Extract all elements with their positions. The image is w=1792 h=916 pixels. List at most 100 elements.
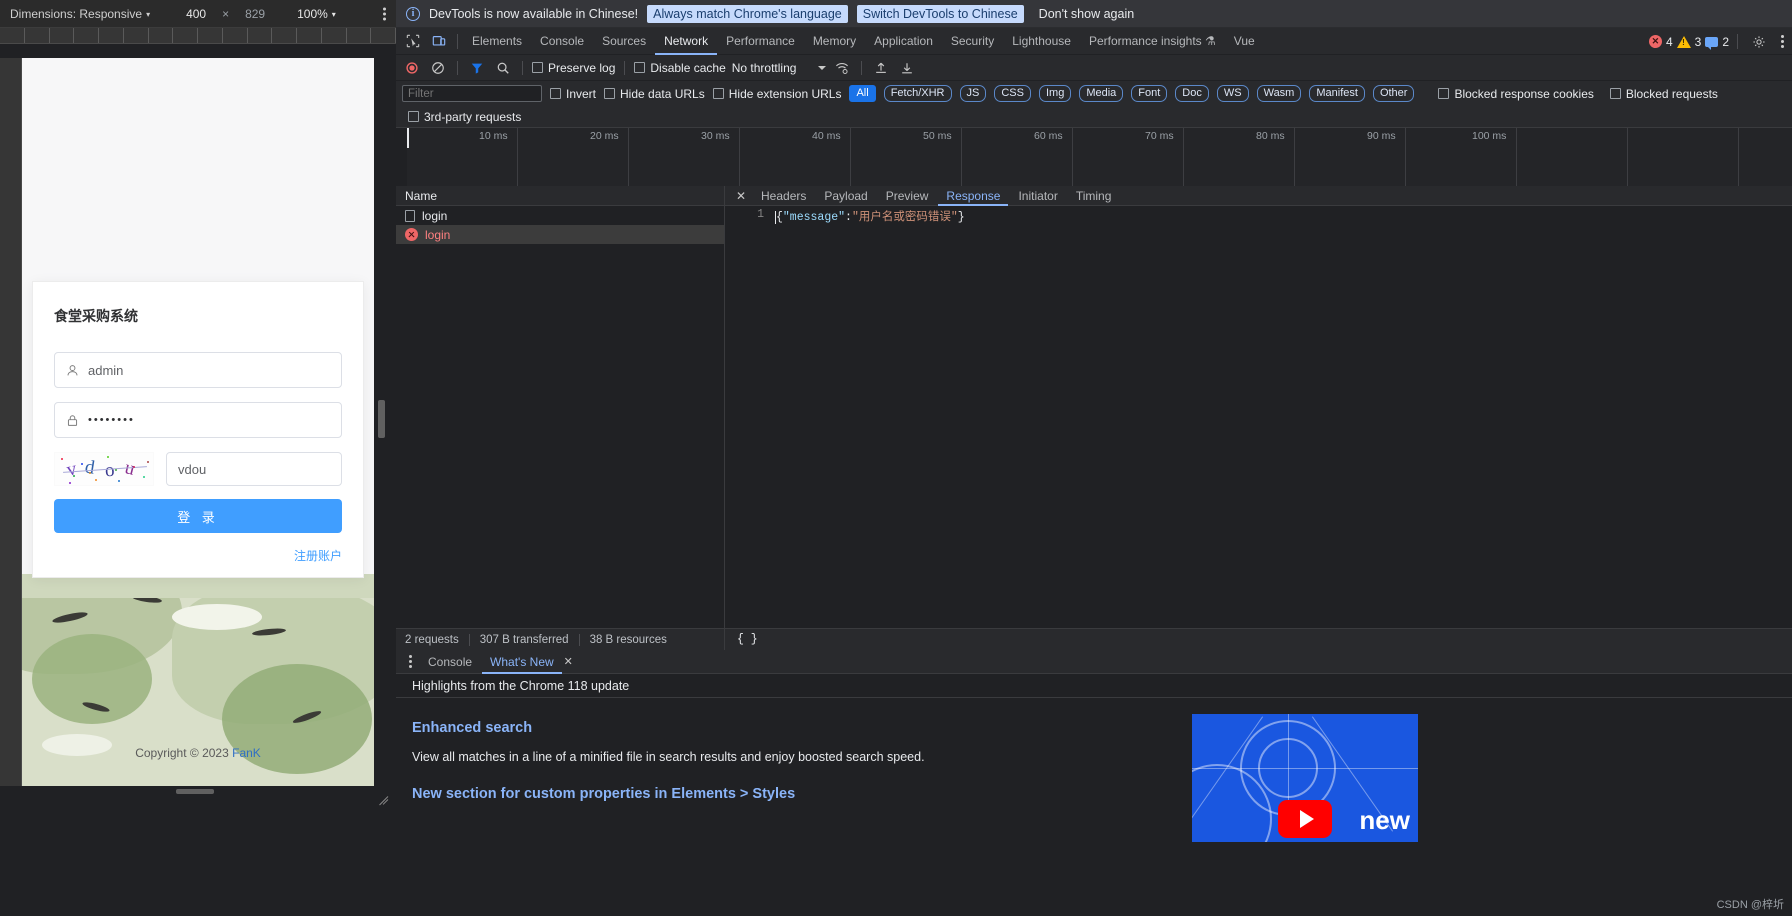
filter-chip-all[interactable]: All — [849, 85, 876, 102]
filter-chip-media[interactable]: Media — [1079, 85, 1124, 102]
filter-chip-css[interactable]: CSS — [994, 85, 1031, 102]
username-value: admin — [88, 362, 124, 378]
login-submit-button[interactable]: 登 录 — [54, 499, 342, 533]
json-colon: : — [845, 211, 852, 224]
detail-tab-initiator[interactable]: Initiator — [1010, 186, 1065, 206]
network-conditions-icon[interactable] — [832, 58, 852, 78]
network-filter-bar: Invert Hide data URLs Hide extension URL… — [396, 81, 1792, 106]
tab-console[interactable]: Console — [531, 28, 593, 55]
gear-icon[interactable] — [1746, 29, 1772, 55]
document-icon — [405, 209, 415, 222]
disable-cache-checkbox[interactable]: Disable cache — [634, 61, 726, 75]
blocked-response-cookies-checkbox[interactable]: Blocked response cookies — [1438, 86, 1594, 101]
youtube-play-icon[interactable] — [1278, 800, 1332, 838]
viewport-resize-handle-bottom[interactable] — [176, 789, 214, 794]
device-toolbar-more-icon[interactable] — [382, 7, 386, 20]
tab-security[interactable]: Security — [942, 28, 1003, 55]
throttling-dropdown[interactable]: No throttling — [732, 61, 827, 75]
tab-sources[interactable]: Sources — [593, 28, 655, 55]
filter-chip-ws[interactable]: WS — [1216, 85, 1249, 102]
inspect-element-icon[interactable] — [400, 28, 426, 54]
info-counter[interactable]: 2 — [1705, 35, 1729, 50]
notification-message: DevTools is now available in Chinese! — [429, 6, 639, 21]
detail-tab-payload[interactable]: Payload — [816, 186, 875, 206]
preserve-log-checkbox[interactable]: Preserve log — [532, 61, 615, 75]
captcha-input[interactable]: vdou — [166, 452, 342, 486]
request-list-header[interactable]: Name — [396, 186, 724, 206]
always-match-language-button[interactable]: Always match Chrome's language — [647, 4, 848, 23]
export-har-icon[interactable] — [897, 58, 917, 78]
filter-chip-img[interactable]: Img — [1038, 85, 1072, 102]
import-har-icon[interactable] — [871, 58, 891, 78]
tab-vue[interactable]: Vue — [1225, 28, 1264, 55]
tab-network[interactable]: Network — [655, 28, 717, 55]
lock-icon — [65, 414, 80, 427]
third-party-requests-checkbox[interactable]: 3rd-party requests — [408, 110, 521, 124]
captcha-image[interactable]: v d o u — [54, 452, 154, 486]
hide-extension-urls-checkbox[interactable]: Hide extension URLs — [712, 86, 842, 101]
whats-new-heading-1[interactable]: Enhanced search — [412, 720, 1776, 736]
filter-chip-font[interactable]: Font — [1131, 85, 1168, 102]
record-stop-icon[interactable] — [402, 58, 422, 78]
response-body[interactable]: 1 {"message":"用户名或密码错误"} — [725, 206, 1792, 628]
tab-performance[interactable]: Performance — [717, 28, 804, 55]
device-width-input[interactable]: 400 — [176, 7, 216, 21]
search-icon[interactable] — [493, 58, 513, 78]
warning-counter[interactable]: 3 — [1676, 35, 1701, 49]
username-field[interactable]: admin — [54, 352, 342, 388]
whats-new-heading-2[interactable]: New section for custom properties in Ele… — [412, 786, 1776, 802]
copyright-footer: Copyright © 2023 FanK — [22, 746, 374, 760]
device-dimensions-label: Dimensions: Responsive — [10, 6, 143, 21]
detail-tab-timing[interactable]: Timing — [1068, 186, 1120, 206]
close-icon[interactable]: ✕ — [564, 655, 579, 668]
register-account-link[interactable]: 注册账户 — [54, 547, 342, 564]
network-overview-timeline[interactable]: 10 ms 20 ms 30 ms 40 ms 50 ms 60 ms 70 m… — [407, 128, 1792, 194]
pretty-print-button[interactable]: { } — [725, 633, 758, 646]
drawer-more-icon[interactable] — [402, 655, 418, 668]
tab-lighthouse[interactable]: Lighthouse — [1003, 28, 1080, 55]
filter-chip-wasm[interactable]: Wasm — [1256, 85, 1302, 102]
invert-checkbox[interactable]: Invert — [550, 87, 596, 101]
filter-chip-fetch-xhr[interactable]: Fetch/XHR — [883, 85, 952, 102]
tab-memory[interactable]: Memory — [804, 28, 865, 55]
whats-new-thumbnail[interactable]: new — [1192, 714, 1418, 842]
close-icon[interactable]: ✕ — [731, 189, 751, 203]
device-height-input[interactable]: 829 — [235, 7, 275, 21]
hide-data-urls-checkbox[interactable]: Hide data URLs — [604, 87, 705, 101]
hide-extension-urls-label: Hide extension URLs — [728, 86, 842, 101]
filter-input[interactable] — [402, 85, 542, 102]
clear-network-icon[interactable] — [428, 58, 448, 78]
devtools-more-icon[interactable] — [1780, 35, 1784, 48]
response-code[interactable]: {"message":"用户名或密码错误"} — [771, 206, 1792, 628]
device-toolbar-icon[interactable] — [426, 28, 452, 54]
filter-chip-js[interactable]: JS — [959, 85, 987, 102]
copyright-brand[interactable]: FanK — [232, 746, 261, 760]
dont-show-again-button[interactable]: Don't show again — [1033, 5, 1141, 23]
tab-application[interactable]: Application — [865, 28, 942, 55]
preserve-log-label: Preserve log — [548, 60, 616, 75]
detail-tab-headers[interactable]: Headers — [753, 186, 814, 206]
device-zoom-dropdown[interactable]: 100% ▾ — [297, 7, 336, 21]
filter-chip-other[interactable]: Other — [1372, 85, 1415, 102]
tab-performance-insights[interactable]: Performance insights ⚗ — [1080, 28, 1225, 55]
tab-elements[interactable]: Elements — [463, 28, 531, 55]
password-field[interactable]: •••••••• — [54, 402, 342, 438]
drawer-tab-whats-new[interactable]: What's New — [482, 650, 562, 674]
filter-funnel-icon[interactable] — [467, 58, 487, 78]
drawer-tab-console[interactable]: Console — [420, 650, 480, 674]
blocked-requests-label: Blocked requests — [1625, 86, 1718, 101]
blocked-response-cookies-label: Blocked response cookies — [1454, 86, 1594, 101]
device-dimensions-dropdown[interactable]: Dimensions: Responsive ▾ — [0, 7, 150, 21]
viewport-resize-handle-right[interactable] — [378, 400, 385, 438]
viewport-resize-handle-corner[interactable] — [374, 786, 389, 806]
detail-tab-response[interactable]: Response — [938, 186, 1008, 206]
switch-devtools-language-button[interactable]: Switch DevTools to Chinese — [856, 4, 1024, 23]
filter-chip-doc[interactable]: Doc — [1175, 85, 1209, 102]
table-row[interactable]: login — [396, 206, 724, 225]
table-row[interactable]: login — [396, 225, 724, 244]
detail-tab-preview[interactable]: Preview — [878, 186, 937, 206]
error-counter[interactable]: ✕ 4 — [1648, 35, 1673, 49]
devtools-language-notification: i DevTools is now available in Chinese! … — [396, 0, 1792, 28]
blocked-requests-checkbox[interactable]: Blocked requests — [1609, 86, 1718, 101]
filter-chip-manifest[interactable]: Manifest — [1309, 85, 1365, 102]
